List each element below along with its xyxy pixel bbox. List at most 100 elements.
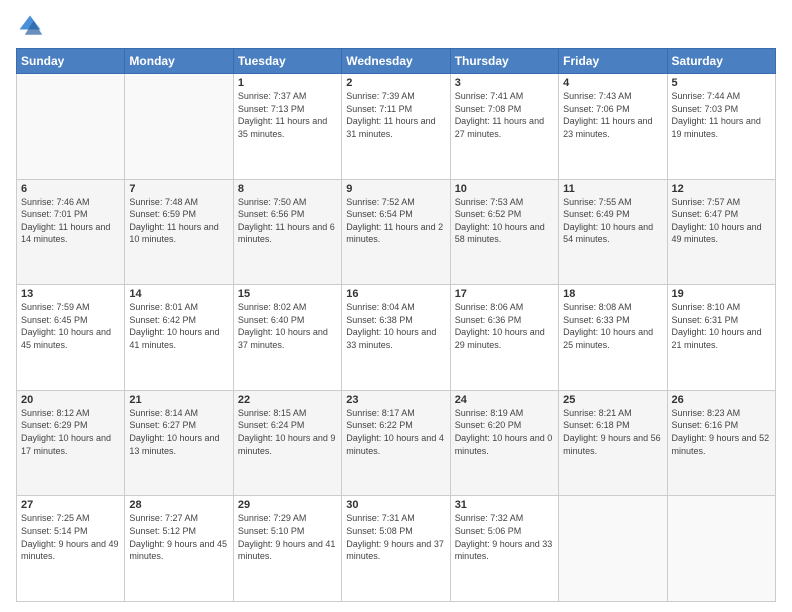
day-number: 16 [346, 288, 445, 300]
day-number: 21 [129, 394, 228, 406]
day-number: 31 [455, 499, 554, 511]
day-info: Sunrise: 8:08 AM Sunset: 6:33 PM Dayligh… [563, 301, 662, 351]
day-info: Sunrise: 7:37 AM Sunset: 7:13 PM Dayligh… [238, 90, 337, 140]
day-info: Sunrise: 7:43 AM Sunset: 7:06 PM Dayligh… [563, 90, 662, 140]
calendar-cell: 2Sunrise: 7:39 AM Sunset: 7:11 PM Daylig… [342, 74, 450, 180]
calendar-cell [667, 496, 775, 602]
day-info: Sunrise: 7:32 AM Sunset: 5:06 PM Dayligh… [455, 512, 554, 562]
calendar-week-5: 27Sunrise: 7:25 AM Sunset: 5:14 PM Dayli… [17, 496, 776, 602]
day-info: Sunrise: 8:21 AM Sunset: 6:18 PM Dayligh… [563, 407, 662, 457]
calendar-cell: 10Sunrise: 7:53 AM Sunset: 6:52 PM Dayli… [450, 179, 558, 285]
day-info: Sunrise: 8:17 AM Sunset: 6:22 PM Dayligh… [346, 407, 445, 457]
logo [16, 12, 48, 40]
calendar-cell: 18Sunrise: 8:08 AM Sunset: 6:33 PM Dayli… [559, 285, 667, 391]
calendar-cell: 11Sunrise: 7:55 AM Sunset: 6:49 PM Dayli… [559, 179, 667, 285]
calendar-cell: 19Sunrise: 8:10 AM Sunset: 6:31 PM Dayli… [667, 285, 775, 391]
day-number: 28 [129, 499, 228, 511]
day-number: 2 [346, 77, 445, 89]
day-number: 14 [129, 288, 228, 300]
calendar-header-sunday: Sunday [17, 49, 125, 74]
day-info: Sunrise: 7:53 AM Sunset: 6:52 PM Dayligh… [455, 196, 554, 246]
day-number: 3 [455, 77, 554, 89]
day-number: 30 [346, 499, 445, 511]
day-number: 4 [563, 77, 662, 89]
page: SundayMondayTuesdayWednesdayThursdayFrid… [0, 0, 792, 612]
day-number: 18 [563, 288, 662, 300]
calendar-week-1: 1Sunrise: 7:37 AM Sunset: 7:13 PM Daylig… [17, 74, 776, 180]
day-number: 8 [238, 183, 337, 195]
calendar-cell: 16Sunrise: 8:04 AM Sunset: 6:38 PM Dayli… [342, 285, 450, 391]
logo-icon [16, 12, 44, 40]
calendar-cell: 29Sunrise: 7:29 AM Sunset: 5:10 PM Dayli… [233, 496, 341, 602]
day-info: Sunrise: 8:10 AM Sunset: 6:31 PM Dayligh… [672, 301, 771, 351]
day-info: Sunrise: 8:04 AM Sunset: 6:38 PM Dayligh… [346, 301, 445, 351]
calendar-cell: 3Sunrise: 7:41 AM Sunset: 7:08 PM Daylig… [450, 74, 558, 180]
calendar-header-wednesday: Wednesday [342, 49, 450, 74]
day-info: Sunrise: 7:59 AM Sunset: 6:45 PM Dayligh… [21, 301, 120, 351]
calendar-cell: 25Sunrise: 8:21 AM Sunset: 6:18 PM Dayli… [559, 390, 667, 496]
day-number: 17 [455, 288, 554, 300]
day-number: 25 [563, 394, 662, 406]
calendar-header-thursday: Thursday [450, 49, 558, 74]
calendar-cell: 8Sunrise: 7:50 AM Sunset: 6:56 PM Daylig… [233, 179, 341, 285]
day-number: 19 [672, 288, 771, 300]
day-info: Sunrise: 7:46 AM Sunset: 7:01 PM Dayligh… [21, 196, 120, 246]
calendar-header-row: SundayMondayTuesdayWednesdayThursdayFrid… [17, 49, 776, 74]
day-number: 7 [129, 183, 228, 195]
calendar-cell: 28Sunrise: 7:27 AM Sunset: 5:12 PM Dayli… [125, 496, 233, 602]
day-info: Sunrise: 8:01 AM Sunset: 6:42 PM Dayligh… [129, 301, 228, 351]
day-number: 6 [21, 183, 120, 195]
day-info: Sunrise: 7:31 AM Sunset: 5:08 PM Dayligh… [346, 512, 445, 562]
day-info: Sunrise: 7:39 AM Sunset: 7:11 PM Dayligh… [346, 90, 445, 140]
calendar-cell: 31Sunrise: 7:32 AM Sunset: 5:06 PM Dayli… [450, 496, 558, 602]
day-number: 23 [346, 394, 445, 406]
day-number: 20 [21, 394, 120, 406]
day-info: Sunrise: 7:25 AM Sunset: 5:14 PM Dayligh… [21, 512, 120, 562]
calendar-cell: 12Sunrise: 7:57 AM Sunset: 6:47 PM Dayli… [667, 179, 775, 285]
day-number: 5 [672, 77, 771, 89]
calendar-week-3: 13Sunrise: 7:59 AM Sunset: 6:45 PM Dayli… [17, 285, 776, 391]
calendar-week-4: 20Sunrise: 8:12 AM Sunset: 6:29 PM Dayli… [17, 390, 776, 496]
header [16, 12, 776, 40]
day-number: 1 [238, 77, 337, 89]
day-info: Sunrise: 7:44 AM Sunset: 7:03 PM Dayligh… [672, 90, 771, 140]
calendar-cell: 24Sunrise: 8:19 AM Sunset: 6:20 PM Dayli… [450, 390, 558, 496]
day-number: 26 [672, 394, 771, 406]
calendar-cell [559, 496, 667, 602]
calendar-cell [125, 74, 233, 180]
day-info: Sunrise: 8:12 AM Sunset: 6:29 PM Dayligh… [21, 407, 120, 457]
calendar-cell: 27Sunrise: 7:25 AM Sunset: 5:14 PM Dayli… [17, 496, 125, 602]
day-info: Sunrise: 7:29 AM Sunset: 5:10 PM Dayligh… [238, 512, 337, 562]
calendar-cell: 20Sunrise: 8:12 AM Sunset: 6:29 PM Dayli… [17, 390, 125, 496]
day-info: Sunrise: 8:14 AM Sunset: 6:27 PM Dayligh… [129, 407, 228, 457]
calendar-cell: 9Sunrise: 7:52 AM Sunset: 6:54 PM Daylig… [342, 179, 450, 285]
day-info: Sunrise: 7:57 AM Sunset: 6:47 PM Dayligh… [672, 196, 771, 246]
day-info: Sunrise: 8:02 AM Sunset: 6:40 PM Dayligh… [238, 301, 337, 351]
day-number: 11 [563, 183, 662, 195]
day-info: Sunrise: 8:19 AM Sunset: 6:20 PM Dayligh… [455, 407, 554, 457]
day-info: Sunrise: 7:55 AM Sunset: 6:49 PM Dayligh… [563, 196, 662, 246]
calendar-week-2: 6Sunrise: 7:46 AM Sunset: 7:01 PM Daylig… [17, 179, 776, 285]
day-info: Sunrise: 7:27 AM Sunset: 5:12 PM Dayligh… [129, 512, 228, 562]
day-number: 22 [238, 394, 337, 406]
day-info: Sunrise: 8:23 AM Sunset: 6:16 PM Dayligh… [672, 407, 771, 457]
calendar-header-monday: Monday [125, 49, 233, 74]
calendar-cell: 13Sunrise: 7:59 AM Sunset: 6:45 PM Dayli… [17, 285, 125, 391]
calendar-cell: 26Sunrise: 8:23 AM Sunset: 6:16 PM Dayli… [667, 390, 775, 496]
calendar-cell: 14Sunrise: 8:01 AM Sunset: 6:42 PM Dayli… [125, 285, 233, 391]
day-number: 12 [672, 183, 771, 195]
day-number: 29 [238, 499, 337, 511]
calendar-cell [17, 74, 125, 180]
calendar-cell: 7Sunrise: 7:48 AM Sunset: 6:59 PM Daylig… [125, 179, 233, 285]
calendar-cell: 1Sunrise: 7:37 AM Sunset: 7:13 PM Daylig… [233, 74, 341, 180]
calendar-header-friday: Friday [559, 49, 667, 74]
calendar-cell: 17Sunrise: 8:06 AM Sunset: 6:36 PM Dayli… [450, 285, 558, 391]
calendar-header-saturday: Saturday [667, 49, 775, 74]
day-number: 15 [238, 288, 337, 300]
calendar-cell: 4Sunrise: 7:43 AM Sunset: 7:06 PM Daylig… [559, 74, 667, 180]
calendar-cell: 15Sunrise: 8:02 AM Sunset: 6:40 PM Dayli… [233, 285, 341, 391]
calendar-cell: 6Sunrise: 7:46 AM Sunset: 7:01 PM Daylig… [17, 179, 125, 285]
day-info: Sunrise: 8:06 AM Sunset: 6:36 PM Dayligh… [455, 301, 554, 351]
day-info: Sunrise: 7:48 AM Sunset: 6:59 PM Dayligh… [129, 196, 228, 246]
day-info: Sunrise: 7:52 AM Sunset: 6:54 PM Dayligh… [346, 196, 445, 246]
